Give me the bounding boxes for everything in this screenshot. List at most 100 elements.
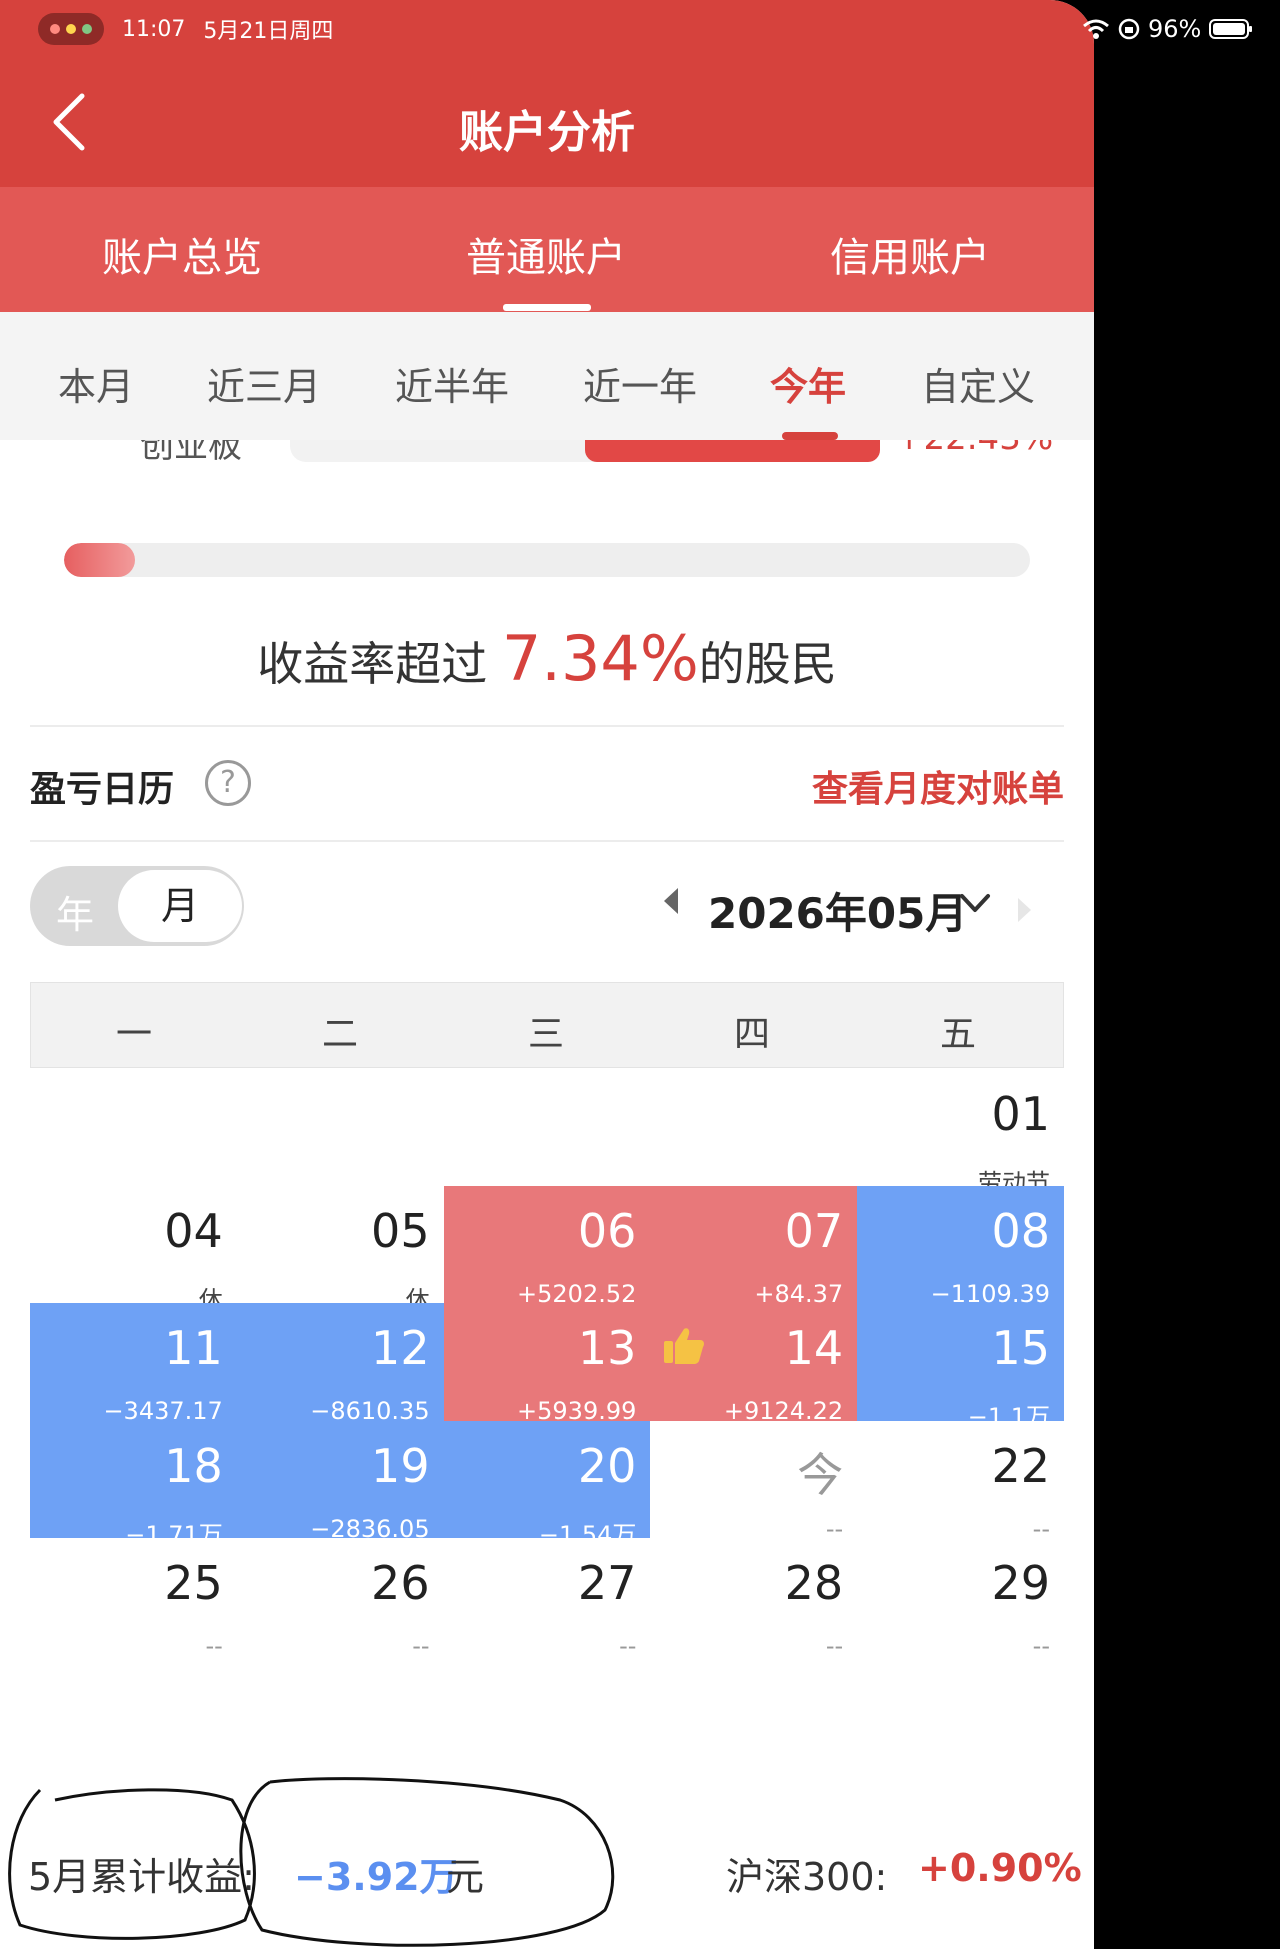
period-half-year[interactable]: 近半年 [372, 356, 532, 411]
tab-account-overview[interactable]: 账户总览 [62, 225, 302, 283]
period-selector: 本月 近三月 近半年 近一年 今年 自定义 [0, 312, 1094, 440]
calendar-day-number: 06 [577, 1204, 637, 1259]
pl-calendar-title: 盈亏日历 [30, 769, 175, 810]
calendar-day-cell[interactable]: 27 -- [444, 1538, 651, 1660]
calendar-day-cell[interactable]: 01 劳动节 [857, 1069, 1064, 1197]
calendar-day-cell[interactable]: 26 -- [237, 1538, 444, 1660]
chevron-down-icon[interactable] [958, 890, 992, 916]
divider [30, 840, 1064, 842]
calendar-day-cell[interactable]: 19 −2836.05 [236, 1420, 444, 1543]
account-tabs: 账户总览 普通账户 信用账户 [0, 187, 1094, 312]
calendar-day-cell[interactable]: 20 −1.54万 [443, 1420, 651, 1549]
calendar-day-number: 22 [991, 1438, 1050, 1493]
thumb-up-icon [664, 1328, 705, 1365]
calendar-day-number: 12 [371, 1321, 430, 1376]
calendar-day-cell[interactable]: 22 -- [857, 1421, 1064, 1543]
zoom-dot-icon[interactable] [82, 24, 92, 34]
calendar-day-cell[interactable]: 13 +5939.99 [443, 1303, 651, 1425]
window-controls[interactable] [38, 13, 104, 45]
calendar-day-number: 20 [577, 1438, 637, 1493]
orientation-lock-icon [1118, 18, 1140, 40]
calendar-day-cell[interactable]: 29 -- [857, 1538, 1064, 1660]
weekday-label: 四 [733, 1014, 770, 1055]
calendar-day-number: 28 [784, 1555, 844, 1610]
monthly-statement-link[interactable]: 查看月度对账单 [812, 760, 1064, 812]
calendar-day-number: 19 [371, 1438, 430, 1493]
app-screen: 11:07 5月21日周四 账户分析 账户总览 普通账户 信用账户 本月 近三月… [0, 0, 1094, 1949]
status-time: 11:07 [122, 16, 186, 42]
calendar-day-cell[interactable]: 18 −1.71万 [30, 1420, 237, 1549]
ranking-percent: 7.34% [501, 622, 699, 695]
toggle-year-option[interactable]: 年 [56, 884, 94, 939]
calendar-day-cell[interactable]: 04 休 [30, 1186, 237, 1314]
close-dot-icon[interactable] [50, 24, 60, 34]
calendar-day-cell[interactable]: 08 −1109.39 [857, 1186, 1064, 1308]
calendar-day-cell[interactable]: 25 -- [30, 1538, 237, 1660]
divider [30, 725, 1064, 727]
calendar-day-cell[interactable]: 05 休 [237, 1186, 444, 1314]
next-month-icon[interactable] [1018, 898, 1031, 922]
ranking-suffix: 的股民 [698, 637, 837, 691]
ranking-text: 收益率超过 7.34%的股民 [0, 622, 1094, 695]
calendar-day-number: 08 [991, 1204, 1050, 1259]
calendar-day-cell[interactable]: 今 -- [650, 1421, 857, 1543]
calendar-day-cell[interactable]: 06 +5202.52 [443, 1186, 651, 1308]
calendar-day-pl: -- [1032, 1631, 1050, 1660]
benchmark-label: 创业板 [140, 440, 242, 466]
battery-icon [1209, 19, 1253, 39]
period-this-year[interactable]: 今年 [728, 356, 888, 411]
weekday-label: 一 [115, 1014, 152, 1055]
calendar-day-cell[interactable]: 15 −1.1万 [857, 1303, 1064, 1431]
active-tab-indicator [503, 304, 591, 311]
tab-normal-account[interactable]: 普通账户 [426, 225, 666, 283]
ranking-progress-fill [64, 543, 135, 577]
status-date: 5月21日周四 [203, 19, 334, 44]
calendar-day-pl: -- [412, 1631, 430, 1660]
minimize-dot-icon[interactable] [66, 24, 76, 34]
pl-calendar-grid: 01 劳动节 04 休 05 休 06 +5202.52 07 +84.37 08 −1109.39 1… [30, 1069, 1064, 1799]
calendar-day-number: 29 [991, 1555, 1050, 1610]
weekday-label: 五 [939, 1014, 976, 1055]
help-icon[interactable]: ? [205, 760, 251, 806]
ranking-prefix: 收益率超过 [257, 637, 488, 691]
battery-percent: 96% [1148, 15, 1202, 43]
calendar-day-pl: -- [205, 1631, 223, 1660]
calendar-day-pl: -- [619, 1631, 637, 1660]
calendar-day-number: 05 [371, 1204, 430, 1259]
benchmark-row-partial: 创业板 +22.43% [0, 440, 1094, 470]
benchmark-bar [585, 440, 880, 462]
calendar-day-cell[interactable]: 14 +9124.22 [650, 1303, 858, 1425]
calendar-day-number: 25 [164, 1555, 223, 1610]
calendar-day-cell[interactable]: 12 −8610.35 [236, 1303, 444, 1425]
weekday-label: 二 [321, 1014, 358, 1055]
calendar-day-number: 14 [784, 1321, 844, 1376]
calendar-day-number: 26 [371, 1555, 430, 1610]
status-bar-right: 96% [1082, 12, 1253, 46]
calendar-day-number: 07 [784, 1204, 844, 1259]
status-bar-left: 11:07 5月21日周四 [38, 12, 333, 46]
prev-month-icon[interactable] [664, 888, 678, 914]
ranking-progress-track [64, 543, 1030, 577]
toggle-month-option[interactable]: 月 [118, 870, 242, 942]
calendar-day-number: 18 [164, 1438, 223, 1493]
calendar-day-cell[interactable]: 28 -- [650, 1538, 857, 1660]
calendar-day-number: 04 [164, 1204, 223, 1259]
calendar-day-cell[interactable]: 07 +84.37 [650, 1186, 858, 1308]
year-month-toggle[interactable]: 年 月 [30, 866, 244, 946]
active-period-indicator [782, 432, 838, 440]
period-one-year[interactable]: 近一年 [560, 356, 720, 411]
tab-credit-account[interactable]: 信用账户 [790, 225, 1030, 283]
calendar-day-number: 15 [991, 1321, 1050, 1376]
calendar-day-number: 今 [797, 1447, 844, 1502]
weekday-label: 三 [527, 1014, 564, 1055]
hand-drawn-circle-annotation [8, 1777, 615, 1947]
period-three-months[interactable]: 近三月 [184, 356, 344, 411]
period-custom[interactable]: 自定义 [898, 356, 1058, 411]
calendar-day-pl: -- [825, 1631, 844, 1660]
period-this-month[interactable]: 本月 [16, 356, 176, 411]
calendar-day-number: 01 [991, 1087, 1050, 1141]
month-selector[interactable]: 2026年05月 [708, 880, 967, 941]
benchmark-value: +22.43% [895, 440, 1053, 458]
calendar-day-number: 27 [577, 1555, 637, 1610]
calendar-day-cell[interactable]: 11 −3437.17 [30, 1303, 237, 1425]
